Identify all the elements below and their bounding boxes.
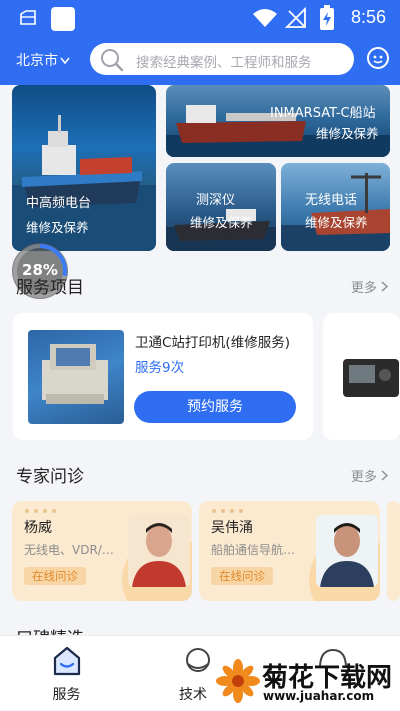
printer-illustration: [42, 344, 108, 404]
clock: 8:56: [350, 7, 386, 27]
banner-title: 无线电话: [305, 193, 358, 208]
expert-card[interactable]: 杨威 无线电、VDR/… 在线问诊: [12, 501, 192, 601]
expert-name: 杨威: [24, 520, 52, 536]
device-illustration: [343, 359, 399, 397]
online-consult-tag[interactable]: 在线问诊: [211, 567, 273, 585]
app-square-icon: [51, 7, 75, 31]
watermark-logo: 菊花下载网 www.juahar.com: [214, 655, 400, 710]
search-icon: [101, 49, 124, 72]
tab-label: 服务: [52, 687, 81, 703]
expert-avatar: [128, 515, 190, 587]
banner-subtitle: 维修及保养: [316, 126, 379, 141]
customer-service-icon[interactable]: [366, 46, 390, 70]
header-bar: 8:56 北京市 搜索经典案例、工程师和服务: [0, 0, 400, 85]
wifi-icon: [253, 9, 277, 27]
chevron-right-icon: [381, 281, 389, 292]
experts-section-title: 专家问诊: [16, 467, 84, 487]
city-selector[interactable]: 北京市: [16, 50, 70, 70]
services-more-link[interactable]: 更多: [350, 277, 389, 296]
printer-image: [28, 330, 124, 424]
banner-tile-radio[interactable]: 中高频电台 维修及保养: [12, 85, 156, 251]
service-name: 卫通C站打印机(维修服务): [135, 335, 290, 351]
chrysanthemum-logo-icon: [216, 659, 260, 703]
banner-subtitle: 维修及保养: [190, 215, 253, 230]
expert-card[interactable]: 吴伟涌 船舶通信导航… 在线问诊: [199, 501, 380, 601]
experts-more-link[interactable]: 更多: [350, 466, 389, 485]
banner-title: 测深仪: [196, 193, 236, 208]
book-service-button[interactable]: 预约服务: [134, 391, 296, 423]
service-card[interactable]: 卫通C站打印机(维修服务) 服务9次 预约服务: [13, 313, 313, 440]
more-label: 更多: [350, 281, 377, 296]
expert-avatar: [316, 515, 378, 587]
banner-subtitle: 维修及保养: [26, 220, 89, 235]
banner-tile-phone[interactable]: 无线电话 维修及保养: [281, 163, 390, 251]
city-label: 北京市: [16, 53, 58, 69]
banner-tile-sounder[interactable]: 测深仪 维修及保养: [166, 163, 276, 251]
search-placeholder: 搜索经典案例、工程师和服务: [136, 55, 312, 71]
stars-icon: [25, 509, 56, 513]
status-bar: 8:56: [0, 0, 400, 36]
expert-card-peek[interactable]: [387, 501, 400, 601]
tab-service[interactable]: 服务: [0, 636, 133, 711]
battery-charging-icon: [320, 5, 334, 30]
banner-subtitle: 维修及保养: [305, 215, 368, 230]
more-label: 更多: [350, 470, 377, 485]
folder-icon: [20, 10, 36, 25]
online-consult-tag[interactable]: 在线问诊: [24, 567, 86, 585]
expert-specialty: 船舶通信导航…: [211, 543, 296, 557]
banner-tile-inmarsat[interactable]: INMARSAT-C船站 维修及保养: [166, 85, 390, 157]
watermark-url: www.juahar.com: [263, 689, 375, 703]
service-card-peek[interactable]: [323, 313, 400, 440]
tech-icon: [186, 648, 210, 672]
banner-title: 中高频电台: [26, 196, 92, 211]
banner-title: INMARSAT-C船站: [270, 106, 376, 121]
service-home-icon: [53, 646, 81, 676]
stars-icon: [212, 509, 243, 513]
chevron-right-icon: [381, 470, 389, 481]
service-count: 服务9次: [135, 360, 185, 376]
services-section-title: 服务项目: [16, 278, 84, 298]
chevron-down-icon: [60, 57, 70, 65]
search-input[interactable]: 搜索经典案例、工程师和服务: [90, 43, 354, 75]
expert-specialty: 无线电、VDR/…: [24, 543, 114, 557]
expert-name: 吴伟涌: [211, 520, 253, 536]
no-signal-icon: [285, 7, 306, 28]
tanker-illustration: [166, 105, 390, 157]
